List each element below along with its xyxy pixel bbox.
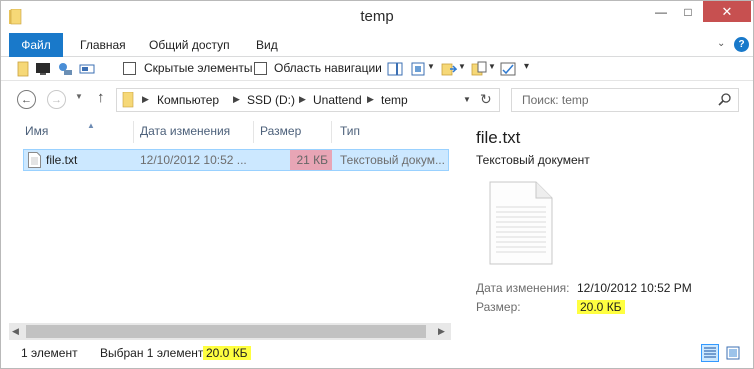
explorer-window: temp — □ ✕ Файл Главная Общий доступ Вид… xyxy=(0,0,754,369)
breadcrumb-separator-icon[interactable]: ▶ xyxy=(367,94,374,105)
back-button[interactable]: ← xyxy=(17,90,36,109)
folder-icon xyxy=(122,92,134,108)
address-row: ← → ▼ ↑ ▶ Компьютер ▶ SSD (D:) ▶ Unatten… xyxy=(1,83,753,117)
hidden-items-checkbox[interactable] xyxy=(123,62,136,75)
quick-toolbar: Скрытые элементы Область навигации ▼ ▼ ▼… xyxy=(1,57,753,81)
layout-icon[interactable] xyxy=(410,61,426,77)
copy-dropdown-icon[interactable]: ▼ xyxy=(488,62,496,71)
text-file-icon xyxy=(28,152,41,168)
horizontal-scrollbar[interactable]: ◀ ▶ xyxy=(9,323,451,340)
breadcrumb-drive[interactable]: SSD (D:) xyxy=(247,93,295,107)
search-icon[interactable] xyxy=(718,93,732,107)
document-icon xyxy=(489,181,553,265)
window-title: temp xyxy=(360,8,394,25)
selected-label: Выбран 1 элемент: xyxy=(100,346,207,360)
column-separator[interactable] xyxy=(133,121,134,143)
address-dropdown-icon[interactable]: ▼ xyxy=(463,95,471,104)
maximize-button[interactable]: □ xyxy=(675,1,701,22)
file-type-cell: Текстовый докум... xyxy=(340,153,445,167)
breadcrumb-separator-icon[interactable]: ▶ xyxy=(233,94,240,105)
column-separator[interactable] xyxy=(253,121,254,143)
recent-locations-icon[interactable]: ▼ xyxy=(75,92,83,101)
breadcrumb-separator-icon[interactable]: ▶ xyxy=(299,94,306,105)
layout-dropdown-icon[interactable]: ▼ xyxy=(427,62,435,71)
hidden-items-label: Скрытые элементы xyxy=(144,61,253,75)
details-view-button[interactable] xyxy=(701,344,719,362)
search-placeholder: Поиск: temp xyxy=(522,93,589,107)
preview-file-type: Текстовый документ xyxy=(476,153,590,167)
preview-file-name: file.txt xyxy=(476,128,521,147)
customize-toolbar-icon[interactable]: ▾ xyxy=(524,61,529,72)
sort-ascending-icon: ▲ xyxy=(87,121,95,130)
move-dropdown-icon[interactable]: ▼ xyxy=(458,62,466,71)
minimize-button[interactable]: — xyxy=(647,1,675,22)
scrollbar-thumb[interactable] xyxy=(26,325,426,338)
up-button[interactable]: ↑ xyxy=(97,89,105,106)
file-date-cell: 12/10/2012 10:52 ... xyxy=(140,153,247,167)
breadcrumb-computer[interactable]: Компьютер xyxy=(157,93,219,107)
ribbon-tabs: Файл Главная Общий доступ Вид ⌄ ? xyxy=(1,33,753,57)
file-size-cell: 21 КБ xyxy=(290,150,332,170)
nav-pane-label: Область навигации xyxy=(274,61,382,75)
size-value: 20.0 КБ xyxy=(577,300,625,314)
monitor-icon[interactable] xyxy=(35,61,51,77)
column-header-name[interactable]: Имя ▲ xyxy=(25,121,95,138)
move-to-icon[interactable] xyxy=(441,61,457,77)
tab-file[interactable]: Файл xyxy=(9,33,63,57)
column-header-type[interactable]: Тип xyxy=(340,124,360,138)
refresh-icon[interactable]: ↻ xyxy=(480,91,492,108)
details-pane: file.txt Текстовый документ Дата изменен… xyxy=(464,119,752,341)
help-icon[interactable]: ? xyxy=(734,37,749,52)
file-list: Имя ▲ Дата изменения Размер Тип file.txt… xyxy=(9,119,451,341)
file-name-cell: file.txt xyxy=(46,153,78,167)
scroll-right-icon[interactable]: ▶ xyxy=(438,326,445,337)
preview-pane-icon[interactable] xyxy=(387,61,403,77)
modified-label: Дата изменения: xyxy=(476,281,570,295)
properties-icon[interactable] xyxy=(500,61,516,77)
status-bar: 1 элемент Выбран 1 элемент: 20.0 КБ xyxy=(1,341,753,368)
breadcrumb-unattend[interactable]: Unattend xyxy=(313,93,362,107)
size-label: Размер: xyxy=(476,300,521,314)
selected-size: 20.0 КБ xyxy=(203,346,251,360)
column-header-size[interactable]: Размер xyxy=(260,124,301,138)
nav-pane-checkbox[interactable] xyxy=(254,62,267,75)
title-bar: temp — □ ✕ xyxy=(1,1,753,33)
details-view-icon xyxy=(704,347,716,358)
tab-share[interactable]: Общий доступ xyxy=(149,33,230,57)
modified-value: 12/10/2012 10:52 PM xyxy=(577,281,692,295)
forward-button[interactable]: → xyxy=(47,90,66,109)
network-icon[interactable] xyxy=(57,61,73,77)
column-header-date[interactable]: Дата изменения xyxy=(140,124,230,138)
item-count: 1 элемент xyxy=(21,346,78,360)
large-icons-view-button[interactable] xyxy=(724,344,742,362)
column-separator[interactable] xyxy=(331,121,332,143)
search-input[interactable]: Поиск: temp xyxy=(511,88,739,112)
breadcrumb-separator-icon[interactable]: ▶ xyxy=(142,94,149,105)
scroll-left-icon[interactable]: ◀ xyxy=(12,326,19,337)
address-bar[interactable]: ▶ Компьютер ▶ SSD (D:) ▶ Unattend ▶ temp… xyxy=(116,88,500,112)
table-row[interactable]: file.txt 12/10/2012 10:52 ... 21 КБ Текс… xyxy=(23,149,449,171)
expand-ribbon-icon[interactable]: ⌄ xyxy=(717,38,725,49)
large-icons-view-icon xyxy=(726,346,740,360)
tab-home[interactable]: Главная xyxy=(80,33,126,57)
copy-to-icon[interactable] xyxy=(471,61,487,77)
column-name-label: Имя xyxy=(25,124,49,138)
folder-icon[interactable] xyxy=(15,61,31,77)
tab-view[interactable]: Вид xyxy=(256,33,278,57)
rename-icon[interactable] xyxy=(79,61,95,77)
breadcrumb-temp[interactable]: temp xyxy=(381,93,408,107)
close-button[interactable]: ✕ xyxy=(703,1,751,22)
